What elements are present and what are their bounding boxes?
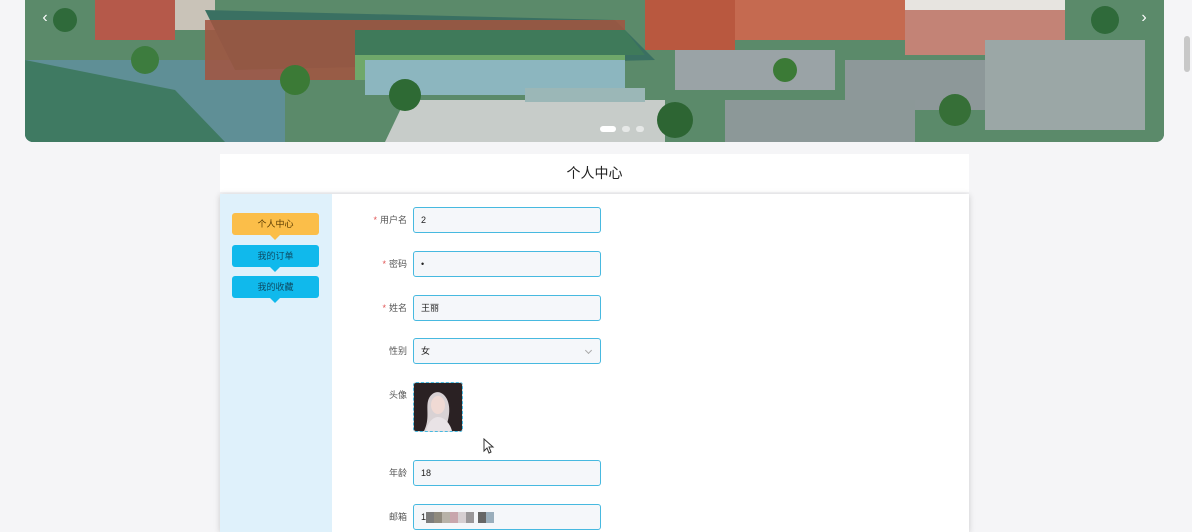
carousel-next-icon[interactable]: › xyxy=(1134,8,1154,28)
name-row: * 姓名 王丽 xyxy=(332,295,969,321)
page: ‹ › 个人中心 个人中心 我的订单 我的收藏 * 用户名 2 * 密码 • *… xyxy=(0,0,1192,532)
sidebar-item-favorites[interactable]: 我的收藏 xyxy=(232,276,319,303)
email-row: 邮箱 1 xyxy=(332,504,969,530)
mouse-cursor-icon xyxy=(483,438,495,454)
profile-form: * 用户名 2 * 密码 • * 姓名 王丽 性别 女 头像 年龄 18 邮箱 … xyxy=(332,194,969,532)
campus-banner-image xyxy=(25,0,1164,142)
carousel-dot[interactable] xyxy=(622,126,630,132)
name-input[interactable]: 王丽 xyxy=(413,295,601,321)
chevron-down-icon xyxy=(584,346,593,355)
name-label: * 姓名 xyxy=(382,303,407,313)
password-input[interactable]: • xyxy=(413,251,601,277)
avatar-row: 头像 xyxy=(332,382,969,432)
scrollbar-thumb[interactable] xyxy=(1184,36,1190,72)
age-input[interactable]: 18 xyxy=(413,460,601,486)
profile-card: 个人中心 我的订单 我的收藏 * 用户名 2 * 密码 • * 姓名 王丽 性别 女 xyxy=(220,194,969,532)
campus-banner-carousel[interactable]: ‹ › xyxy=(25,0,1164,142)
avatar-upload[interactable] xyxy=(413,382,463,432)
username-input[interactable]: 2 xyxy=(413,207,601,233)
carousel-indicators xyxy=(600,126,644,132)
avatar-label: 头像 xyxy=(388,390,407,400)
email-label: 邮箱 xyxy=(388,512,407,522)
carousel-dot[interactable] xyxy=(636,126,644,132)
sidebar-item-profile[interactable]: 个人中心 xyxy=(232,213,319,240)
gender-label: 性别 xyxy=(388,346,407,356)
username-row: * 用户名 2 xyxy=(332,207,969,233)
carousel-prev-icon[interactable]: ‹ xyxy=(35,8,55,28)
gender-value: 女 xyxy=(421,346,431,356)
redacted-email-blur xyxy=(426,512,474,523)
sidebar: 个人中心 我的订单 我的收藏 xyxy=(220,194,332,532)
gender-select[interactable]: 女 xyxy=(413,338,601,364)
age-label: 年龄 xyxy=(388,468,407,478)
gender-row: 性别 女 xyxy=(332,338,969,364)
age-row: 年龄 18 xyxy=(332,460,969,486)
carousel-dot[interactable] xyxy=(600,126,616,132)
email-input[interactable]: 1 xyxy=(413,504,601,530)
redacted-email-blur xyxy=(478,512,494,523)
password-label: * 密码 xyxy=(382,259,407,269)
avatar-image xyxy=(414,383,462,431)
sidebar-item-orders[interactable]: 我的订单 xyxy=(232,245,319,272)
username-label: * 用户名 xyxy=(373,215,407,225)
page-title: 个人中心 xyxy=(220,154,969,192)
password-row: * 密码 • xyxy=(332,251,969,277)
